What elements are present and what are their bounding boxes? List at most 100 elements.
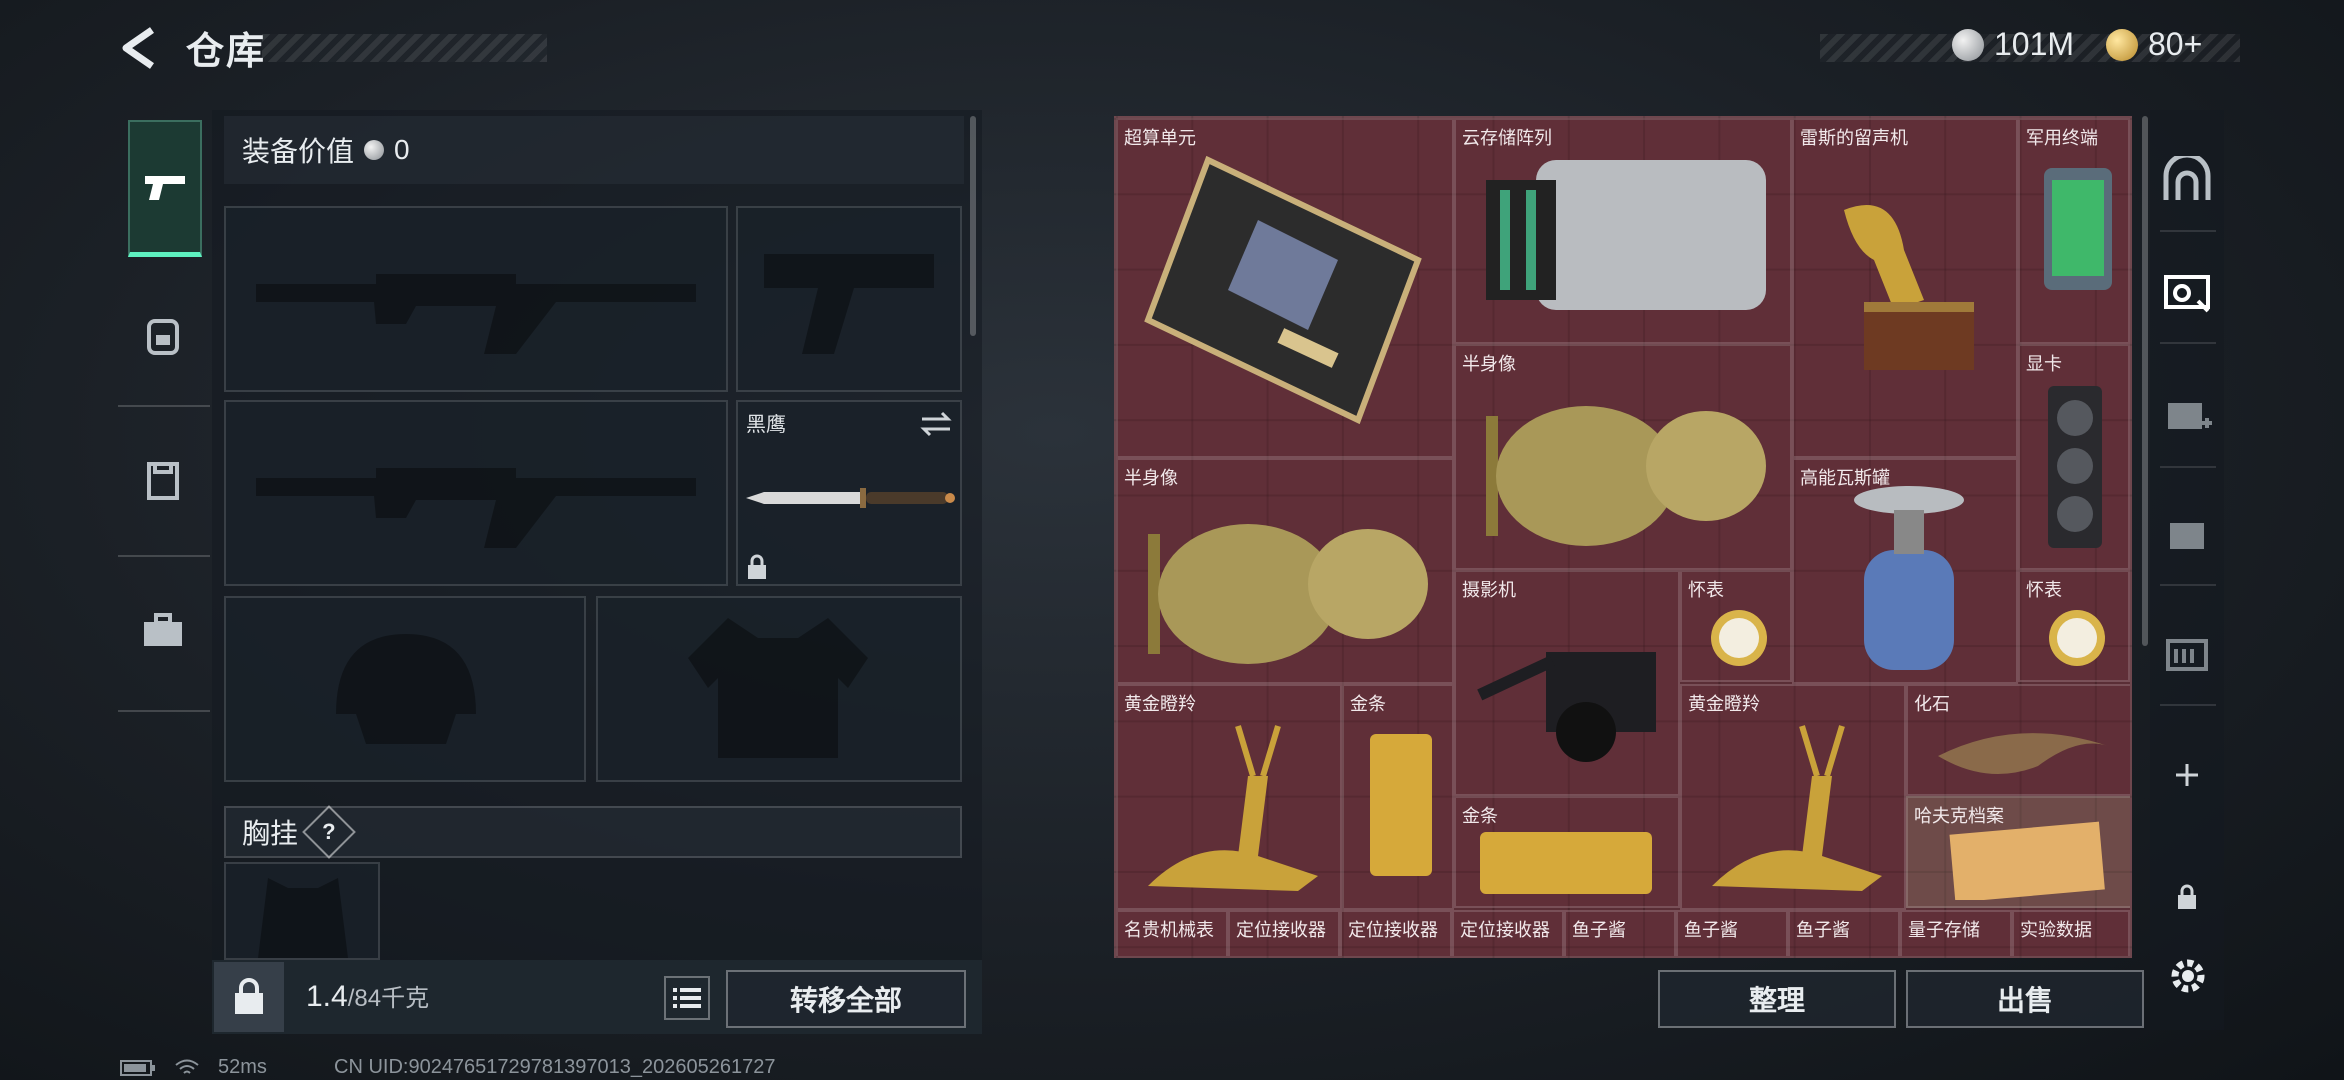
item-label: 半身像 [1124,468,1178,488]
backpack-icon [147,319,179,355]
tab-divider [118,405,210,407]
stash-item[interactable]: 军用终端 [2018,118,2130,344]
sidebar-divider [2160,342,2216,344]
stash-item[interactable]: 哈夫克档案 [1906,796,2130,908]
rifle-silhouette-icon [256,468,696,548]
stash-item[interactable]: 金条 [1454,796,1680,908]
coin-balance: 101M [1952,26,2074,63]
stash-item[interactable]: 化石 [1906,684,2130,796]
tab-stash-armor[interactable] [2156,504,2218,566]
stash-item[interactable]: 云存储阵列 [1454,118,1792,344]
stash-item[interactable]: 摄影机 [1454,570,1680,796]
stash-item[interactable]: 黄金瞪羚 [1116,684,1342,910]
stash-item[interactable]: 高能瓦斯罐 [1792,458,2018,684]
stash-item[interactable]: 鱼子酱 [1564,910,1676,956]
primary-weapon-slot[interactable] [224,206,728,392]
equipment-value-label: 装备价值 [242,136,355,167]
sidebar-divider [2160,230,2216,232]
plus-icon [2176,764,2198,786]
back-arrow-icon [122,27,154,69]
stash-item[interactable]: 定位接收器 [1228,910,1340,956]
lock-icon [748,554,766,579]
backup-weapon-slot[interactable] [224,400,728,586]
item-label: 摄影机 [1462,580,1516,600]
token-amount: 80+ [2148,26,2203,62]
tab-gear[interactable] [128,275,198,395]
tab-stash-home[interactable] [2156,148,2218,210]
stash-item[interactable]: 定位接收器 [1452,910,1564,956]
stash-lock-button[interactable] [2156,866,2218,928]
stash-item[interactable]: 显卡 [2018,344,2130,570]
melee-slot[interactable]: 黑鹰 [736,400,962,586]
stash-item[interactable]: 半身像 [1454,344,1792,570]
tab-stash-containers[interactable] [2156,622,2218,684]
sidebar-divider [2160,466,2216,468]
helmet-slot[interactable] [224,596,586,782]
medkit-icon [2168,403,2212,429]
item-label: 定位接收器 [1236,920,1326,940]
camera-icon [1477,652,1656,762]
armor-slot[interactable] [596,596,962,782]
sort-button[interactable]: 整理 [1658,970,1896,1028]
item-label: 名贵机械表 [1124,920,1214,940]
transfer-all-button[interactable]: 转移全部 [726,970,966,1028]
stash-item[interactable]: 怀表 [1680,570,1792,682]
item-label: 半身像 [1462,354,1516,374]
golden-gazelle-icon [1148,725,1318,891]
back-button[interactable] [112,22,164,74]
gear-icon [2171,959,2205,993]
chest-rig-slot[interactable] [224,862,380,960]
item-label: 显卡 [2026,354,2062,374]
stash-item[interactable]: 怀表 [2018,570,2130,682]
battery-icon [120,1059,155,1076]
stash-item[interactable]: 定位接收器 [1340,910,1452,956]
item-label: 金条 [1350,694,1386,714]
weight-max: /84千克 [347,985,430,1012]
weight-current: 1.4 [306,980,348,1013]
sidebar-divider [2160,704,2216,706]
swap-icon[interactable] [920,410,952,438]
tab-weapons[interactable] [128,120,202,257]
item-label: 鱼子酱 [1684,920,1738,940]
weight-lock-icon [214,962,284,1032]
item-label: 怀表 [1688,580,1724,600]
stash-item[interactable]: 鱼子酱 [1676,910,1788,956]
sell-button[interactable]: 出售 [1906,970,2144,1028]
stash-item[interactable]: 半身像 [1116,458,1454,684]
tab-stash-valuables[interactable] [2156,262,2218,324]
weight-readout: 1.4/84千克 [306,978,429,1014]
item-label: 定位接收器 [1460,920,1550,940]
stash-item[interactable]: 黄金瞪羚 [1680,684,1906,910]
stash-item[interactable]: 量子存储 [1900,910,2012,956]
graphics-card-icon [2048,386,2102,548]
add-stash-tab-button[interactable] [2156,744,2218,806]
document-icon [1949,821,2105,900]
stash-item[interactable]: 名贵机械表 [1116,910,1228,956]
armor-tab-icon [2170,523,2204,549]
stash-item[interactable]: 实验数据 [2012,910,2130,956]
coin-amount: 101M [1994,26,2075,62]
secondary-weapon-slot[interactable] [736,206,962,392]
stash-item[interactable]: 雷斯的留声机 [1792,118,2018,458]
gold-bar-icon [1370,734,1432,876]
stash-item[interactable]: 鱼子酱 [1788,910,1900,956]
tab-case[interactable] [128,570,198,690]
item-label: 怀表 [2026,580,2062,600]
settings-button[interactable] [2160,948,2216,1004]
storage-array-icon [1486,160,1766,310]
stash-item[interactable]: 金条 [1342,684,1454,910]
list-view-button[interactable] [664,976,710,1020]
item-label: 黄金瞪羚 [1124,694,1196,714]
item-label: 化石 [1914,694,1950,714]
stash-scrollbar[interactable] [2142,116,2148,646]
chest-rig-silhouette-icon [258,878,348,958]
loadout-scrollbar[interactable] [970,116,976,336]
tab-vest[interactable] [128,420,198,540]
tab-stash-medical[interactable] [2156,384,2218,446]
help-button[interactable]: ? [302,805,356,859]
stash-item[interactable]: 超算单元 [1116,118,1454,458]
item-label: 量子存储 [1908,920,1980,940]
gramophone-icon [1844,205,1974,370]
item-label: 实验数据 [2020,920,2092,940]
vest-icon [147,462,179,500]
